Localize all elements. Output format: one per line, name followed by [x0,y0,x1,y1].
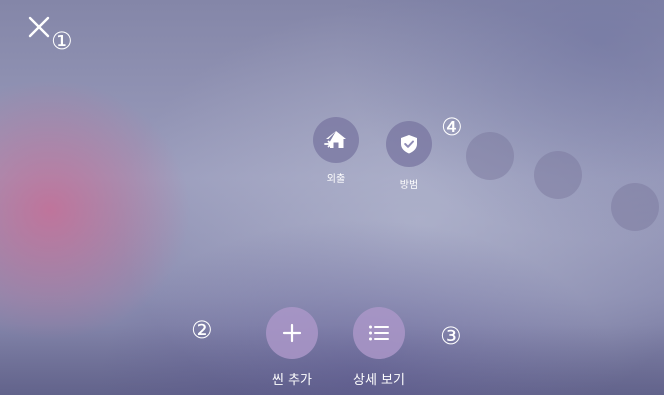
marker-3: ③ [440,322,462,350]
list-icon [369,325,389,341]
scene-slot-empty[interactable] [611,183,659,231]
scene-slot-empty[interactable] [534,151,582,199]
close-button[interactable] [24,12,54,42]
scene-security-button[interactable] [386,121,432,167]
shield-check-icon [401,135,417,154]
scene-screen: ① ② ③ ④ 외출 방범 씬 추가 상세 보기 [0,0,664,395]
plus-icon [282,323,302,343]
marker-4: ④ [441,113,463,141]
scene-security-label: 방범 [399,180,419,191]
marker-1: ① [51,27,73,55]
scene-slot-empty[interactable] [466,132,514,180]
marker-2: ② [191,316,213,344]
scene-outing-label: 외출 [326,174,346,185]
add-scene-label[interactable]: 씬 추가 [247,369,337,388]
close-icon [28,16,50,38]
scene-outing-button[interactable] [313,117,359,163]
view-details-label[interactable]: 상세 보기 [334,369,424,388]
house-arrow-icon [324,131,346,148]
add-scene-button[interactable] [266,307,318,359]
view-details-button[interactable] [353,307,405,359]
